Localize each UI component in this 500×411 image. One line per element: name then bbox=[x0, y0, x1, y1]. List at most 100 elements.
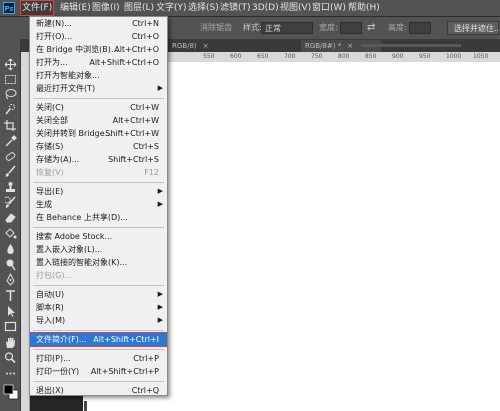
quick-select-tool-icon[interactable] bbox=[3, 103, 18, 116]
menu-item-label: 文件简介(F)... bbox=[36, 335, 87, 344]
menu-item-shortcut: F12 bbox=[144, 168, 159, 177]
width-input[interactable] bbox=[340, 22, 362, 34]
menu-item-label: 打开为智能对象... bbox=[36, 71, 100, 80]
file-menu-item[interactable]: 打开为智能对象... bbox=[30, 69, 167, 82]
height-input[interactable] bbox=[409, 22, 431, 34]
clone-stamp-tool-icon[interactable] bbox=[3, 181, 18, 194]
ruler-label: 1000 bbox=[446, 53, 462, 60]
menu-item-shortcut: Ctrl+P bbox=[133, 354, 159, 363]
ruler-label: 700 bbox=[284, 53, 296, 60]
lasso-tool-icon[interactable] bbox=[3, 88, 18, 101]
file-menu-item[interactable]: 脚本(R) ▶ bbox=[30, 301, 167, 314]
file-menu-item[interactable]: 存储为(A)... Shift+Ctrl+S bbox=[30, 153, 167, 166]
rectangle-tool-icon[interactable] bbox=[3, 320, 18, 333]
file-menu-item[interactable]: 搜索 Adobe Stock... bbox=[30, 230, 167, 243]
menu-view[interactable]: 视图(V) bbox=[278, 0, 313, 16]
menu-item-shortcut: Ctrl+N bbox=[132, 19, 159, 28]
menu-select[interactable]: 选择(S) bbox=[186, 0, 221, 16]
photoshop-logo-icon: Ps bbox=[3, 2, 15, 14]
select-and-mask-button[interactable]: 选择并遮住... bbox=[447, 21, 500, 35]
dodge-tool-icon[interactable] bbox=[3, 258, 18, 271]
file-menu-item[interactable]: 新建(N)... Ctrl+N bbox=[30, 17, 167, 30]
close-icon[interactable]: × bbox=[347, 40, 353, 52]
file-menu-item[interactable]: 导入(M) ▶ bbox=[30, 314, 167, 327]
file-menu-item[interactable]: 置入嵌入对象(L)... bbox=[30, 243, 167, 256]
menu-separator bbox=[33, 98, 164, 99]
crop-tool-icon[interactable] bbox=[3, 119, 18, 132]
menu-item-label: 在 Bridge 中浏览(B)... bbox=[36, 45, 119, 54]
file-menu-item[interactable]: 关闭全部 Alt+Ctrl+W bbox=[30, 114, 167, 127]
ruler-label: 550 bbox=[203, 53, 215, 60]
file-menu-item[interactable]: 打印一份(Y) Alt+Shift+Ctrl+P bbox=[30, 365, 167, 378]
file-menu-item: 恢复(V) F12 bbox=[30, 166, 167, 179]
color-swatches-icon[interactable] bbox=[3, 384, 19, 400]
more-tools-icon[interactable] bbox=[3, 367, 18, 380]
menu-window[interactable]: 窗口(W) bbox=[310, 0, 348, 16]
eraser-tool-icon[interactable] bbox=[3, 211, 18, 224]
file-menu-item[interactable]: 生成 ▶ bbox=[30, 198, 167, 211]
menu-edit[interactable]: 编辑(E) bbox=[58, 0, 93, 16]
menu-separator bbox=[33, 285, 164, 286]
menu-item-label: 退出(X) bbox=[36, 386, 64, 395]
brush-tool-icon[interactable] bbox=[3, 165, 18, 178]
document-tab-1[interactable]: RGB/8) × bbox=[168, 40, 258, 52]
menu-3d[interactable]: 3D(D) bbox=[250, 0, 281, 16]
file-menu-item[interactable]: 最近打开文件(T) ▶ bbox=[30, 82, 167, 95]
file-menu-item[interactable]: 在 Bridge 中浏览(B)... Alt+Ctrl+O bbox=[30, 43, 167, 56]
move-tool-icon[interactable] bbox=[3, 58, 18, 71]
file-menu-item[interactable]: 文件简介(F)... Alt+Shift+Ctrl+I bbox=[30, 332, 167, 347]
menu-item-label: 关闭(C) bbox=[36, 103, 64, 112]
file-menu-item[interactable]: 退出(X) Ctrl+Q bbox=[30, 384, 167, 395]
menu-item-shortcut: Alt+Shift+Ctrl+P bbox=[90, 367, 159, 376]
blur-tool-icon[interactable] bbox=[3, 243, 18, 256]
menu-item-shortcut: Shift+Ctrl+S bbox=[108, 155, 159, 164]
menu-filter[interactable]: 滤镜(T) bbox=[218, 0, 253, 16]
file-menu-item[interactable]: 存储(S) Ctrl+S bbox=[30, 140, 167, 153]
menu-help[interactable]: 帮助(H) bbox=[346, 0, 382, 16]
menu-item-label: 打开为... bbox=[36, 58, 68, 67]
menu-item-label: 最近打开文件(T) bbox=[36, 84, 96, 93]
healing-brush-tool-icon[interactable] bbox=[3, 150, 18, 163]
menu-type[interactable]: 文字(Y) bbox=[154, 0, 189, 16]
tab-overflow-bar bbox=[361, 44, 461, 47]
hand-tool-icon[interactable] bbox=[3, 336, 18, 349]
file-menu-item[interactable]: 打开为... Alt+Shift+Ctrl+O bbox=[30, 56, 167, 69]
menu-image[interactable]: 图像(I) bbox=[90, 0, 122, 16]
file-menu-item[interactable]: 打开(O)... Ctrl+O bbox=[30, 30, 167, 43]
close-icon[interactable]: × bbox=[203, 40, 209, 52]
menu-file[interactable]: 文件(F) bbox=[20, 0, 55, 16]
file-menu-item[interactable]: 自动(U) ▶ bbox=[30, 288, 167, 301]
history-brush-tool-icon[interactable] bbox=[3, 196, 18, 209]
file-menu-dropdown: 新建(N)... Ctrl+N 打开(O)... Ctrl+O 在 Bridge 中浏览… bbox=[29, 16, 168, 396]
file-menu-item[interactable]: 关闭并转到 Bridge... Shift+Ctrl+W bbox=[30, 127, 167, 140]
file-menu-item[interactable]: 置入链接的智能对象(K)... bbox=[30, 256, 167, 269]
menu-item-label: 自动(U) bbox=[36, 290, 65, 299]
menu-item-shortcut: Alt+Ctrl+O bbox=[114, 45, 159, 54]
menu-separator bbox=[33, 182, 164, 183]
menu-item-shortcut: Alt+Ctrl+W bbox=[112, 116, 159, 125]
paint-bucket-tool-icon[interactable] bbox=[3, 227, 18, 240]
menu-item-label: 导出(E) bbox=[36, 187, 64, 196]
menu-item-label: 存储(S) bbox=[36, 142, 64, 151]
eyedropper-tool-icon[interactable] bbox=[3, 135, 18, 148]
style-label: 样式: bbox=[243, 23, 262, 32]
pen-tool-icon[interactable] bbox=[3, 273, 18, 286]
marquee-tool-icon[interactable] bbox=[3, 73, 18, 86]
menu-item-label: 生成 bbox=[36, 200, 52, 209]
file-menu-item[interactable]: 打印(P)... Ctrl+P bbox=[30, 352, 167, 365]
menu-layer[interactable]: 图层(L) bbox=[122, 0, 156, 16]
menu-item-shortcut: Ctrl+Q bbox=[131, 386, 159, 395]
style-select[interactable]: 正常 bbox=[261, 22, 313, 34]
scrollbar[interactable] bbox=[84, 401, 87, 411]
file-menu-item[interactable]: 导出(E) ▶ bbox=[30, 185, 167, 198]
file-menu-item[interactable]: 关闭(C) Ctrl+W bbox=[30, 101, 167, 114]
file-menu-item[interactable]: 在 Behance 上共享(D)... bbox=[30, 211, 167, 224]
submenu-arrow-icon: ▶ bbox=[157, 290, 163, 298]
swap-icon[interactable]: ⇄ bbox=[367, 17, 375, 39]
menu-item-shortcut: Ctrl+S bbox=[132, 142, 159, 151]
anti-alias-label[interactable]: 消除锯齿 bbox=[200, 17, 232, 39]
zoom-tool-icon[interactable] bbox=[3, 351, 18, 364]
path-select-tool-icon[interactable] bbox=[3, 305, 18, 318]
type-tool-icon[interactable] bbox=[3, 289, 18, 302]
menu-item-shortcut: Ctrl+W bbox=[130, 103, 159, 112]
